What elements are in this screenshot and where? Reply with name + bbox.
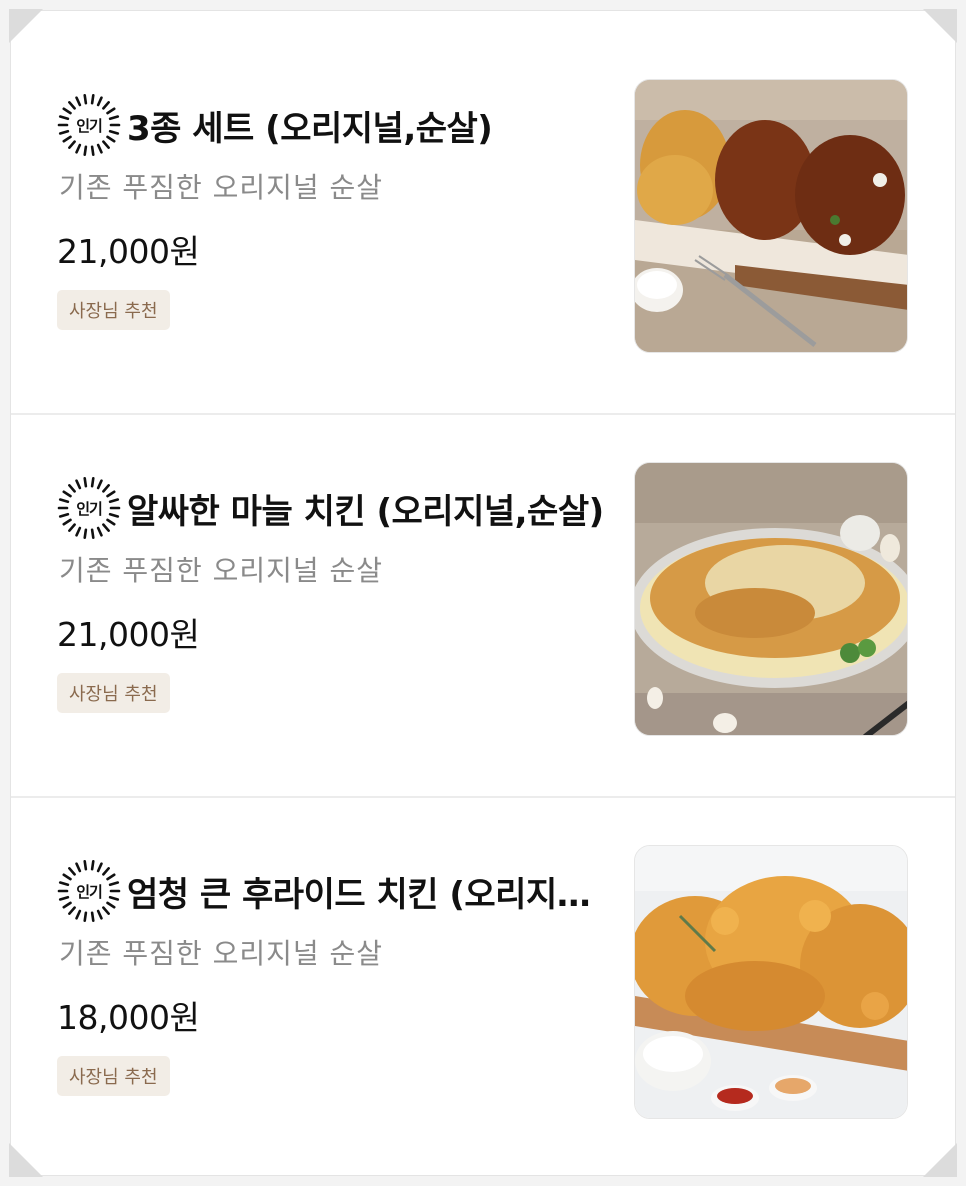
popular-badge-label: 인기 bbox=[76, 499, 103, 518]
menu-item-description: 기존 푸짐한 오리지널 순살 bbox=[59, 171, 384, 204]
menu-item-price: 18,000원 bbox=[57, 998, 200, 1037]
menu-item[interactable]: 인기 엄청 큰 후라이드 치킨 (오리지널,순살) 기존 푸짐한 오리지널 순살… bbox=[11, 796, 955, 1178]
menu-item-title-row: 인기 알싸한 마늘 치킨 (오리지널,순살) bbox=[57, 473, 609, 543]
menu-item[interactable]: 인기 알싸한 마늘 치킨 (오리지널,순살) 기존 푸짐한 오리지널 순살 21… bbox=[11, 413, 955, 795]
menu-item-description: 기존 푸짐한 오리지널 순살 bbox=[59, 554, 384, 587]
menu-item-name: 엄청 큰 후라이드 치킨 (오리지널,순살) bbox=[127, 874, 609, 915]
menu-item-title-row: 인기 3종 세트 (오리지널,순살) bbox=[57, 90, 609, 160]
chicken-three-flavors-photo[interactable] bbox=[634, 79, 908, 353]
menu-item[interactable]: 인기 3종 세트 (오리지널,순살) 기존 푸짐한 오리지널 순살 21,000… bbox=[11, 30, 955, 412]
menu-item-price: 21,000원 bbox=[57, 615, 200, 654]
popular-badge-icon: 인기 bbox=[57, 476, 121, 540]
menu-item-description: 기존 푸짐한 오리지널 순살 bbox=[59, 937, 384, 970]
owner-recommend-tag: 사장님 추천 bbox=[57, 673, 170, 713]
menu-item-name: 3종 세트 (오리지널,순살) bbox=[127, 108, 493, 149]
menu-item-title-row: 인기 엄청 큰 후라이드 치킨 (오리지널,순살) bbox=[57, 856, 609, 926]
popular-badge-label: 인기 bbox=[76, 882, 103, 901]
owner-recommend-tag: 사장님 추천 bbox=[57, 1056, 170, 1096]
owner-recommend-tag: 사장님 추천 bbox=[57, 290, 170, 330]
menu-item-name: 알싸한 마늘 치킨 (오리지널,순살) bbox=[127, 491, 604, 532]
popular-badge-label: 인기 bbox=[76, 116, 103, 135]
fried-chicken-photo[interactable] bbox=[634, 845, 908, 1119]
popular-badge-icon: 인기 bbox=[57, 859, 121, 923]
popular-badge-icon: 인기 bbox=[57, 93, 121, 157]
garlic-chicken-photo[interactable] bbox=[634, 462, 908, 736]
menu-item-price: 21,000원 bbox=[57, 232, 200, 271]
